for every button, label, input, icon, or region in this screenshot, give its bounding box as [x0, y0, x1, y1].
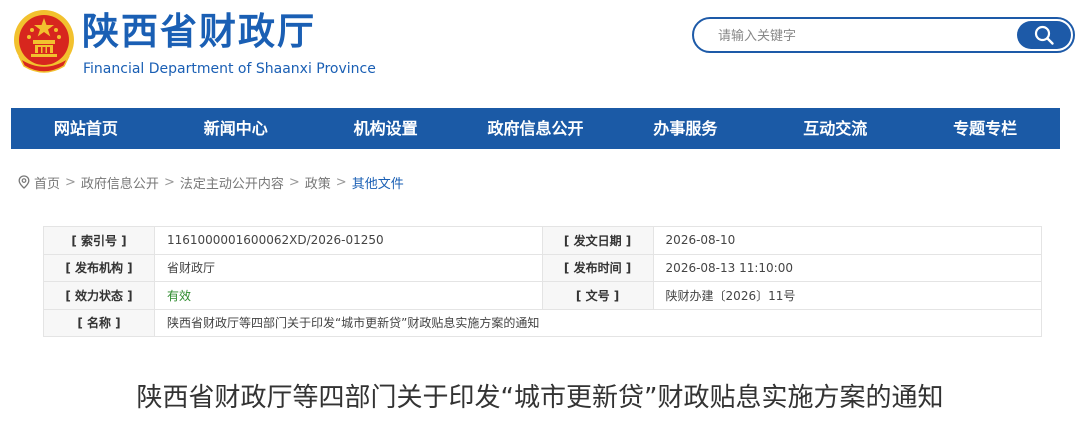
nav-item-topics[interactable]: 专题专栏 [910, 108, 1060, 149]
document-info-table: [ 索引号 ] 1161000001600062XD/2026-01250 [ … [43, 226, 1043, 337]
index-number-label: [ 索引号 ] [43, 226, 155, 255]
article-title: 陕西省财政厅等四部门关于印发“城市更新贷”财政贴息实施方案的通知 [136, 383, 944, 413]
issue-date-label: [ 发文日期 ] [541, 226, 654, 255]
table-row: [ 索引号 ] 1161000001600062XD/2026-01250 [ … [43, 226, 1043, 255]
nav-item-organization[interactable]: 机构设置 [311, 108, 461, 149]
breadcrumb: 首页 > 政府信息公开 > 法定主动公开内容 > 政策 > 其他文件 [18, 172, 404, 192]
document-name-label: [ 名称 ] [43, 308, 155, 337]
document-number-label: [ 文号 ] [541, 281, 654, 310]
publisher-label: [ 发布机构 ] [43, 253, 155, 282]
publisher-value: 省财政厅 [153, 253, 543, 282]
table-row: [ 发布机构 ] 省财政厅 [ 发布时间 ] 2026-08-13 11:10:… [43, 253, 1043, 282]
document-number-value: 陕财办建〔2026〕11号 [652, 281, 1043, 310]
location-pin-icon [18, 175, 30, 189]
document-name-value: 陕西省财政厅等四部门关于印发“城市更新贷”财政贴息实施方案的通知 [153, 308, 1043, 337]
nav-item-home[interactable]: 网站首页 [11, 108, 161, 149]
site-header: 陕西省财政厅 Financial Department of Shaanxi P… [0, 0, 1080, 108]
validity-status-value: 有效 [153, 281, 543, 310]
breadcrumb-separator: > [288, 174, 300, 190]
breadcrumb-statutory-disclosure[interactable]: 法定主动公开内容 [180, 173, 284, 192]
search-icon [1034, 25, 1054, 45]
site-title[interactable]: 陕西省财政厅 [82, 10, 316, 54]
nav-item-services[interactable]: 办事服务 [610, 108, 760, 149]
publish-time-label: [ 发布时间 ] [541, 253, 654, 282]
breadcrumb-gov-info[interactable]: 政府信息公开 [81, 173, 159, 192]
national-emblem-icon[interactable] [12, 8, 76, 74]
breadcrumb-separator: > [163, 174, 175, 190]
table-row: [ 名称 ] 陕西省财政厅等四部门关于印发“城市更新贷”财政贴息实施方案的通知 [43, 308, 1043, 337]
search-button[interactable] [1017, 21, 1071, 49]
breadcrumb-other-documents[interactable]: 其他文件 [352, 173, 404, 192]
site-subtitle: Financial Department of Shaanxi Province [83, 61, 376, 77]
breadcrumb-separator: > [335, 174, 347, 190]
breadcrumb-home[interactable]: 首页 [34, 173, 60, 192]
breadcrumb-policy[interactable]: 政策 [305, 173, 331, 192]
search-input[interactable] [718, 25, 1008, 47]
main-nav: 网站首页 新闻中心 机构设置 政府信息公开 办事服务 互动交流 专题专栏 [11, 108, 1060, 149]
publish-time-value: 2026-08-13 11:10:00 [652, 253, 1043, 282]
validity-status-label: [ 效力状态 ] [43, 281, 155, 310]
breadcrumb-separator: > [65, 174, 76, 190]
index-number-value: 1161000001600062XD/2026-01250 [153, 226, 543, 255]
nav-item-news[interactable]: 新闻中心 [161, 108, 311, 149]
issue-date-value: 2026-08-10 [652, 226, 1043, 255]
nav-item-gov-info[interactable]: 政府信息公开 [461, 108, 611, 149]
nav-item-interaction[interactable]: 互动交流 [760, 108, 910, 149]
table-row: [ 效力状态 ] 有效 [ 文号 ] 陕财办建〔2026〕11号 [43, 281, 1043, 310]
search-box [692, 17, 1075, 53]
